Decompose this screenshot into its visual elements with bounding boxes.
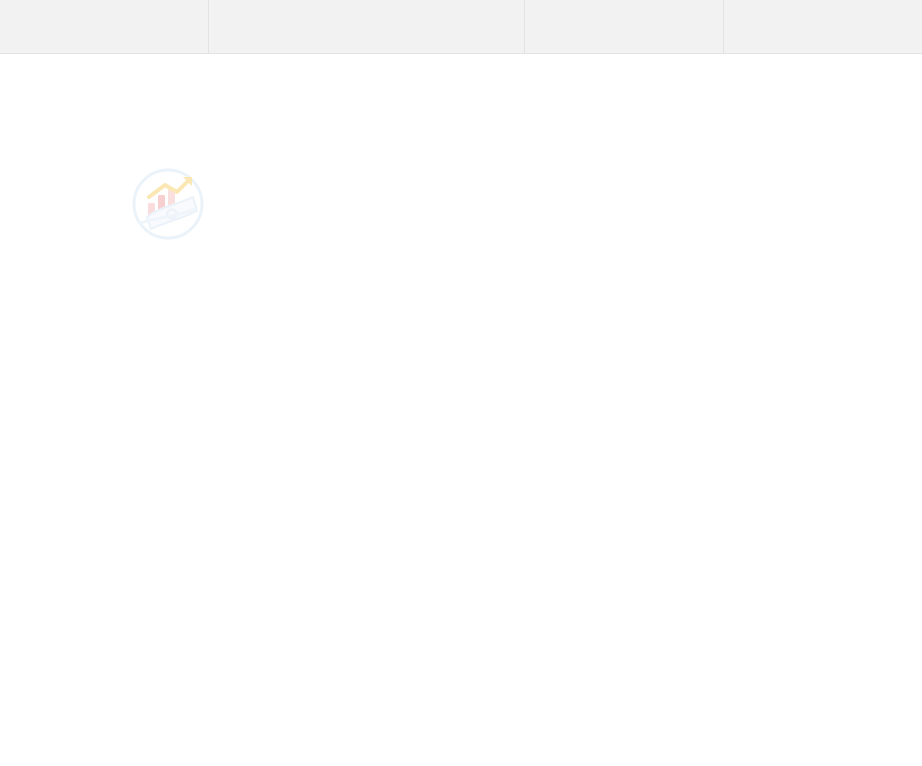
column-header-sell-price[interactable] [723,0,922,54]
exchange-rate-page [0,0,922,766]
column-header-currency[interactable] [0,0,209,54]
table-header [0,0,922,54]
chart-money-logo-icon [131,167,205,241]
table-header-row [0,0,922,54]
column-header-currency-name[interactable] [208,0,525,54]
exchange-rate-table [0,0,922,54]
watermark [131,166,397,242]
column-header-buy-price[interactable] [524,0,724,54]
